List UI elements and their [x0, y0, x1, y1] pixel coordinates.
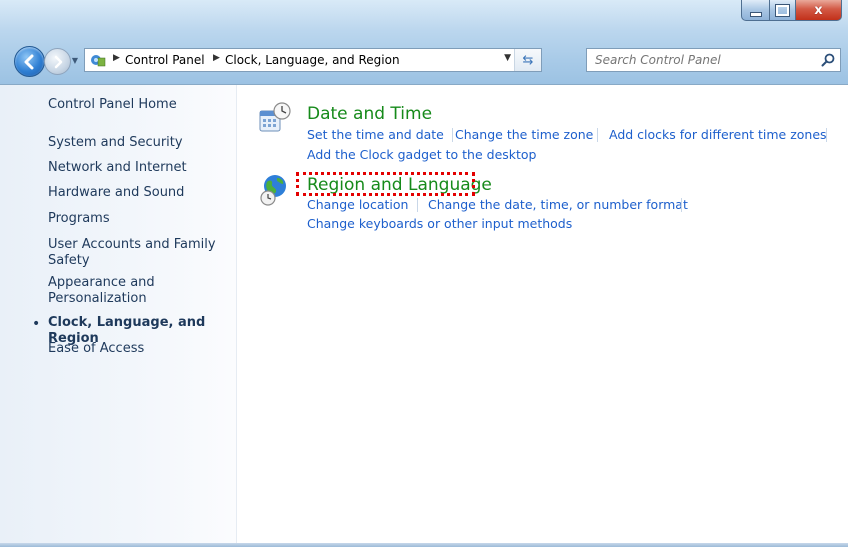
task-separator — [681, 198, 682, 212]
caption-buttons: x — [741, 0, 842, 21]
date-and-time-link[interactable]: Date and Time — [307, 104, 432, 124]
change-location-link[interactable]: Change location — [307, 197, 408, 212]
task-separator — [597, 128, 598, 142]
search-icon[interactable] — [820, 52, 836, 68]
back-button[interactable] — [14, 46, 45, 77]
left-navigation-pane: Control Panel Home System and Security N… — [0, 85, 237, 547]
search-box[interactable] — [586, 48, 841, 72]
address-dropdown-icon[interactable]: ▼ — [504, 53, 511, 63]
window-bottom-border — [0, 543, 848, 547]
control-panel-icon — [91, 55, 106, 67]
task-separator — [417, 198, 418, 212]
title-bar[interactable]: x ▼ ▶ Control Panel ▶ Clock, Language, a… — [0, 0, 848, 85]
add-clock-gadget-link[interactable]: Add the Clock gadget to the desktop — [307, 147, 537, 162]
breadcrumb-separator[interactable]: ▶ — [213, 53, 220, 63]
minimize-button[interactable] — [741, 0, 770, 21]
change-time-zone-link[interactable]: Change the time zone — [455, 127, 593, 142]
set-time-and-date-link[interactable]: Set the time and date — [307, 127, 444, 142]
nav-network-and-internet[interactable]: Network and Internet — [48, 160, 187, 176]
refresh-button[interactable]: ⇆ — [514, 49, 541, 71]
close-button[interactable]: x — [796, 0, 842, 21]
nav-ease-of-access[interactable]: Ease of Access — [48, 341, 144, 357]
calendar-clock-icon[interactable] — [258, 101, 292, 135]
maximize-button[interactable] — [770, 0, 796, 21]
forward-button[interactable] — [44, 48, 71, 75]
change-date-time-number-format-link[interactable]: Change the date, time, or number format — [428, 197, 688, 212]
nav-appearance-personalization[interactable]: Appearance and Personalization — [48, 275, 218, 307]
arrow-right-icon — [54, 55, 62, 68]
breadcrumb-separator[interactable]: ▶ — [113, 53, 120, 63]
breadcrumb-control-panel[interactable]: Control Panel — [125, 53, 205, 67]
main-content: Date and Time Set the time and date Chan… — [237, 85, 848, 547]
task-separator — [452, 128, 453, 142]
control-panel-window: x ▼ ▶ Control Panel ▶ Clock, Language, a… — [0, 0, 848, 547]
task-separator — [826, 128, 827, 142]
nav-hardware-and-sound[interactable]: Hardware and Sound — [48, 185, 184, 201]
selected-bullet: • — [32, 316, 41, 332]
nav-programs[interactable]: Programs — [48, 211, 110, 227]
chevron-down-icon: ▼ — [71, 55, 79, 65]
change-keyboards-link[interactable]: Change keyboards or other input methods — [307, 216, 572, 231]
add-clocks-link[interactable]: Add clocks for different time zones — [609, 127, 827, 142]
region-and-language-link[interactable]: Region and Language — [307, 175, 492, 195]
nav-system-and-security[interactable]: System and Security — [48, 135, 183, 151]
refresh-icon: ⇆ — [522, 52, 534, 68]
search-input[interactable] — [587, 49, 815, 71]
close-icon: x — [814, 2, 823, 18]
recent-pages-dropdown[interactable]: ▼ — [70, 53, 80, 67]
address-bar[interactable]: ▶ Control Panel ▶ Clock, Language, and R… — [84, 48, 542, 72]
arrow-left-icon — [24, 54, 33, 69]
minimize-icon — [749, 11, 762, 17]
nav-control-panel-home[interactable]: Control Panel Home — [48, 97, 177, 113]
maximize-icon — [775, 3, 790, 17]
breadcrumb-clock-language-region[interactable]: Clock, Language, and Region — [225, 53, 400, 67]
globe-clock-icon[interactable] — [258, 173, 292, 207]
nav-user-accounts-family-safety[interactable]: User Accounts and Family Safety — [48, 237, 218, 269]
